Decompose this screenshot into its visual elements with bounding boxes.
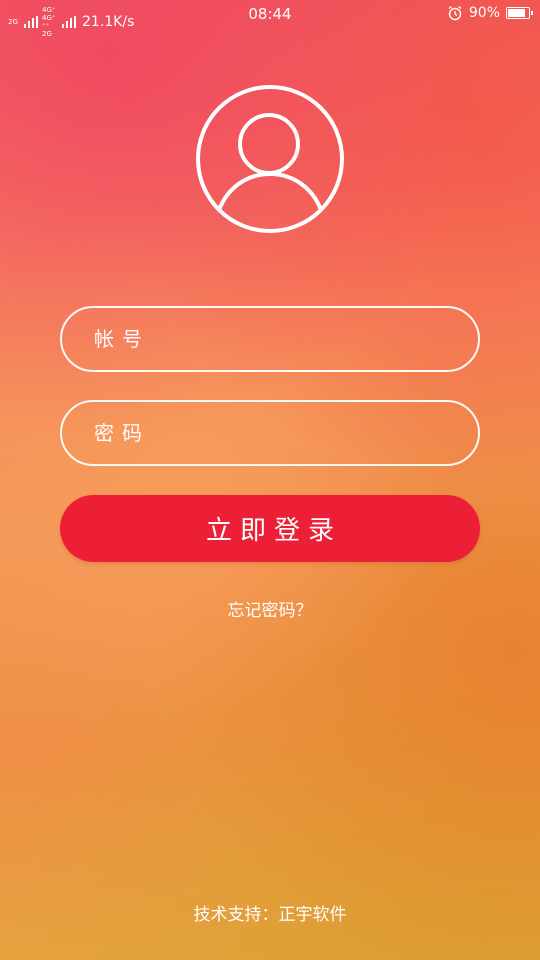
status-right: 90% [447, 5, 533, 21]
forgot-password-link[interactable]: 忘记密码？ [0, 596, 540, 621]
login-screen: 2G 4G⁺ 4G⁺ ⁺⁺ 2G 21.1K/s 08:44 90% 帐号 立即… [0, 0, 540, 960]
alarm-clock-icon [448, 5, 462, 21]
password-input[interactable] [62, 402, 478, 464]
account-input[interactable] [62, 308, 478, 370]
battery-percent: 90% [468, 5, 500, 21]
password-field[interactable] [60, 400, 480, 466]
status-bar: 2G 4G⁺ 4G⁺ ⁺⁺ 2G 21.1K/s 08:44 90% [0, 0, 540, 38]
battery-fill [508, 9, 525, 17]
account-field[interactable] [60, 306, 480, 372]
battery-icon [506, 7, 533, 19]
login-button[interactable]: 立即登录 [60, 495, 480, 562]
user-avatar-icon [196, 85, 344, 233]
tech-support-text: 技术支持：正宇软件 [193, 905, 347, 925]
sim2-tag-bottom: ⁺⁺ 2G [42, 22, 52, 38]
